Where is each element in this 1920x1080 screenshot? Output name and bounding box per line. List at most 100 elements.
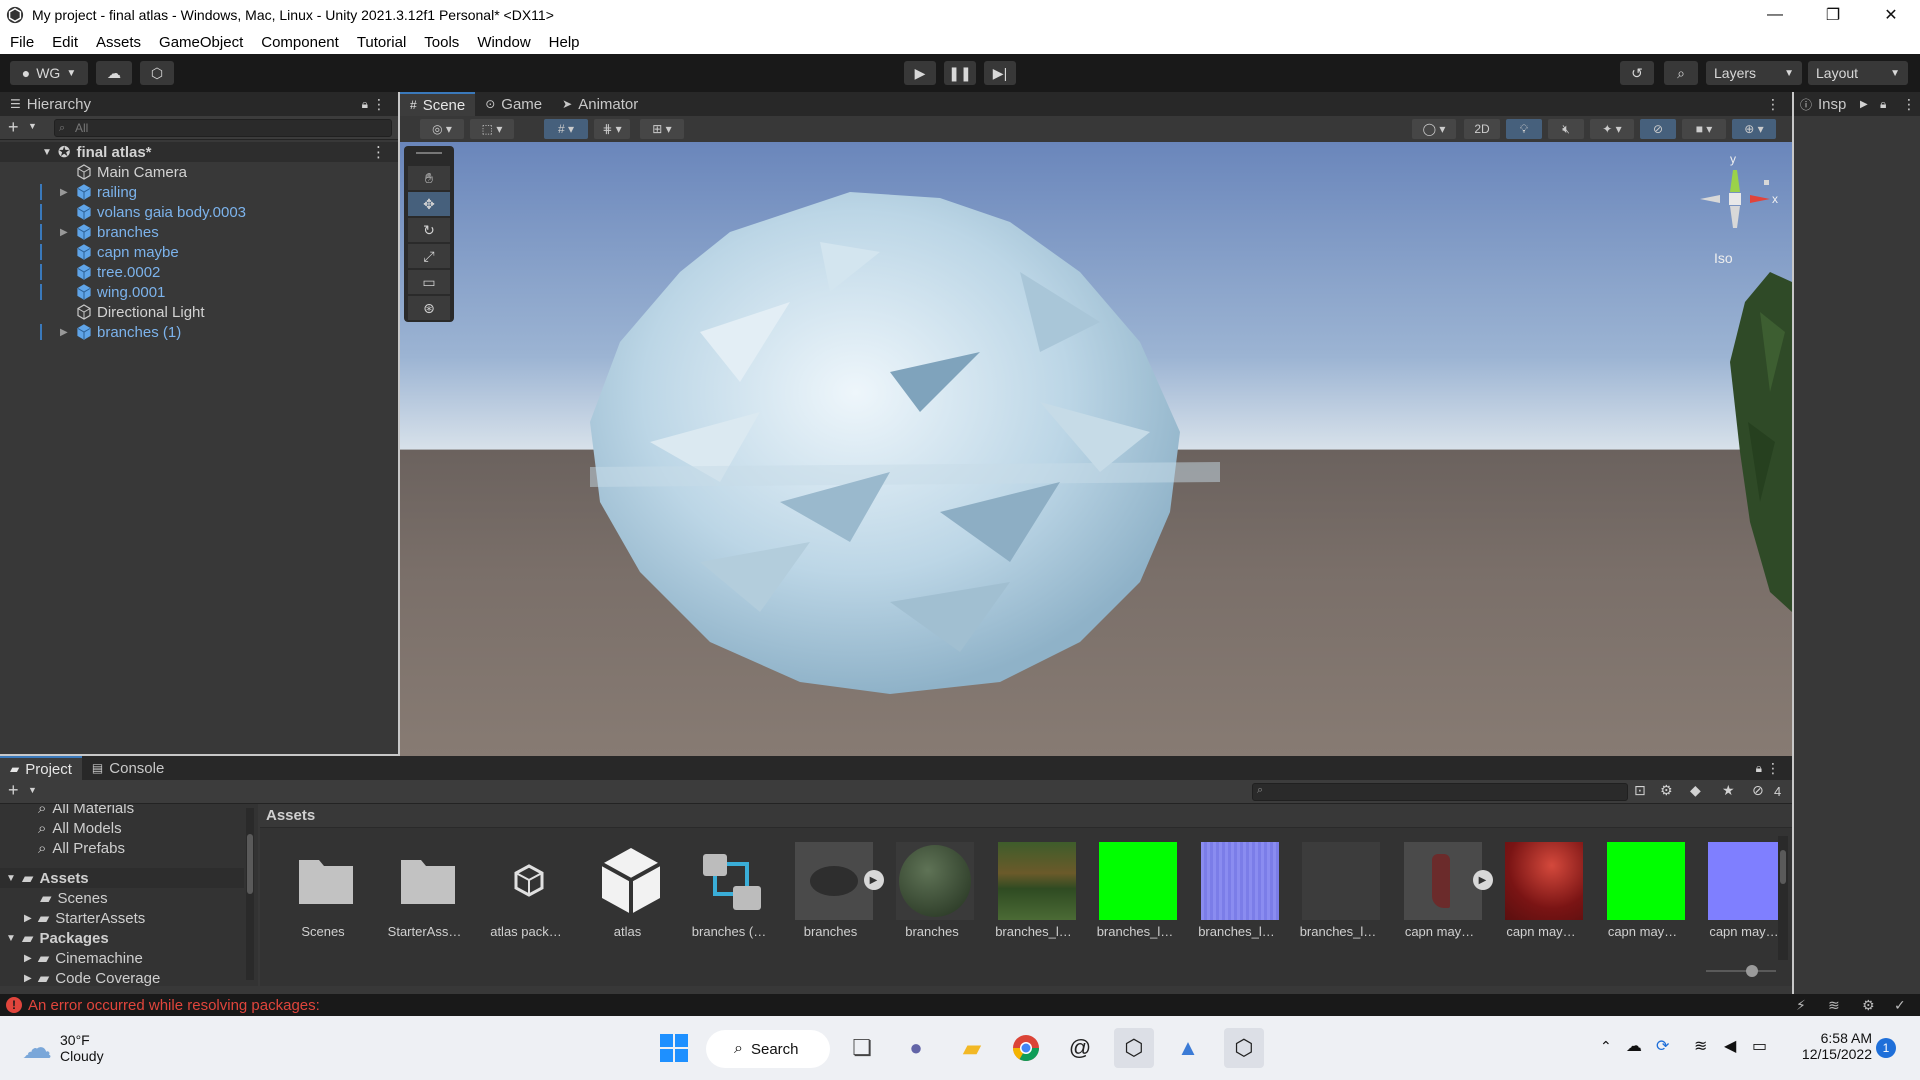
- search-by-type-icon[interactable]: ⊡: [1634, 782, 1646, 799]
- scene-root-row[interactable]: ▼ ✪ final atlas* ⋮: [0, 142, 398, 162]
- layers-stack-icon[interactable]: ≋: [1828, 997, 1840, 1014]
- scene-object-tree[interactable]: [1730, 272, 1792, 612]
- assets-scroll-thumb[interactable]: [1780, 850, 1786, 884]
- kebab-menu-icon[interactable]: ⋮: [371, 143, 386, 161]
- cloud-sync-icon[interactable]: ☁: [1626, 1036, 1642, 1056]
- menu-gameobject[interactable]: GameObject: [159, 34, 243, 51]
- asset-item[interactable]: atlas: [579, 834, 669, 944]
- tab-hierarchy[interactable]: ☰ Hierarchy: [0, 92, 101, 116]
- volume-icon[interactable]: ◀: [1724, 1036, 1736, 1056]
- wifi-icon[interactable]: ≋: [1694, 1036, 1707, 1056]
- task-view-button[interactable]: ❏: [842, 1028, 882, 1068]
- increment-snap-dropdown[interactable]: ⊞ ▾: [640, 119, 684, 139]
- tree-folder-starterassets[interactable]: ▶ ▰ StarterAssets: [0, 908, 244, 928]
- menu-window[interactable]: Window: [477, 34, 530, 51]
- grid-snap-dropdown[interactable]: # ▾: [544, 119, 588, 139]
- rotate-tool-button[interactable]: ↻: [408, 218, 450, 242]
- tree-folder-cinemachine[interactable]: ▶ ▰ Cinemachine: [0, 948, 244, 968]
- unity-editor-button[interactable]: ⬡: [1224, 1028, 1264, 1068]
- toggle-2d-button[interactable]: 2D: [1464, 119, 1500, 139]
- label-icon[interactable]: ◆: [1690, 782, 1701, 799]
- chevron-right-icon[interactable]: ▶: [1860, 99, 1868, 110]
- asset-item[interactable]: ▶ branches: [782, 834, 884, 944]
- menu-component[interactable]: Component: [261, 34, 339, 51]
- menu-edit[interactable]: Edit: [52, 34, 78, 51]
- close-button[interactable]: ✕: [1862, 0, 1920, 30]
- scale-tool-button[interactable]: ⤢: [408, 244, 450, 268]
- hierarchy-item[interactable]: ▶ branches (1): [0, 322, 398, 342]
- zoom-slider-handle[interactable]: [1746, 965, 1758, 977]
- palette-handle[interactable]: [416, 152, 442, 154]
- menu-help[interactable]: Help: [549, 34, 580, 51]
- camera-dropdown[interactable]: ■ ▾: [1682, 119, 1726, 139]
- expand-arrow-icon[interactable]: ▶: [60, 187, 72, 198]
- tab-console[interactable]: ▤ Console: [82, 756, 174, 780]
- expand-arrow-icon[interactable]: ▶: [60, 327, 72, 338]
- lock-icon[interactable]: 🔒︎: [1756, 761, 1762, 776]
- cloud-button[interactable]: ☁: [96, 61, 132, 85]
- assets-scrollbar[interactable]: [1778, 836, 1788, 960]
- rect-tool-button[interactable]: ▭: [408, 270, 450, 294]
- collab-button[interactable]: ⬡: [140, 61, 174, 85]
- asset-item[interactable]: capn may…: [1695, 834, 1786, 944]
- create-plus-button[interactable]: +: [8, 117, 19, 138]
- asset-item[interactable]: ▶ capn may…: [1391, 834, 1493, 944]
- zoom-slider[interactable]: [1706, 964, 1776, 978]
- lighting-toggle[interactable]: 💡︎: [1506, 119, 1542, 139]
- asset-item[interactable]: branches: [883, 834, 974, 944]
- menu-file[interactable]: File: [10, 34, 34, 51]
- tab-project[interactable]: ▰ Project: [0, 756, 82, 780]
- transform-tool-button[interactable]: ⊛: [408, 296, 450, 320]
- shading-dropdown[interactable]: ◯ ▾: [1412, 119, 1456, 139]
- layout-dropdown[interactable]: Layout ▼: [1808, 61, 1908, 85]
- tab-animator[interactable]: ➤ Animator: [552, 92, 648, 116]
- hidden-objects-toggle[interactable]: ⊘: [1640, 119, 1676, 139]
- image-viewer-button[interactable]: ▲: [1168, 1028, 1208, 1068]
- teams-chat-button[interactable]: ●: [896, 1028, 936, 1068]
- hierarchy-item[interactable]: capn maybe: [0, 242, 398, 262]
- chevron-down-icon[interactable]: ▼: [28, 785, 37, 795]
- chevron-up-icon[interactable]: ⌃: [1600, 1038, 1612, 1055]
- file-explorer-button[interactable]: ▰: [952, 1028, 992, 1068]
- menu-tools[interactable]: Tools: [424, 34, 459, 51]
- status-error[interactable]: ! An error occurred while resolving pack…: [6, 997, 320, 1014]
- layers-dropdown[interactable]: Layers ▼: [1706, 61, 1802, 85]
- move-tool-button[interactable]: ✥: [408, 192, 450, 216]
- hierarchy-item[interactable]: tree.0002: [0, 262, 398, 282]
- hidden-packages-icon[interactable]: ⊘: [1752, 782, 1764, 799]
- app-button[interactable]: @: [1060, 1028, 1100, 1068]
- expand-asset-icon[interactable]: ▶: [863, 870, 884, 890]
- chevron-down-icon[interactable]: ▼: [28, 121, 37, 131]
- kebab-menu-icon[interactable]: ⋮: [372, 96, 386, 113]
- gizmos-dropdown[interactable]: ⊕ ▾: [1732, 119, 1776, 139]
- asset-item[interactable]: branches_l…: [1188, 834, 1279, 944]
- tree-folder-scenes[interactable]: ▰ Scenes: [0, 888, 244, 908]
- hierarchy-item[interactable]: wing.0001: [0, 282, 398, 302]
- hand-tool-button[interactable]: ✋︎: [408, 166, 450, 190]
- taskbar-search[interactable]: ⌕ Search: [706, 1030, 830, 1068]
- tree-scroll-thumb[interactable]: [247, 834, 253, 894]
- clock[interactable]: 6:58 AM 12/15/2022: [1782, 1030, 1872, 1062]
- draw-mode-dropdown[interactable]: ◎ ▾: [420, 119, 464, 139]
- cube-orientation-dropdown[interactable]: ⬚ ▾: [470, 119, 514, 139]
- expand-arrow-icon[interactable]: ▶: [60, 227, 72, 238]
- kebab-menu-icon[interactable]: ⋮: [1766, 96, 1780, 113]
- projection-label[interactable]: Iso: [1714, 250, 1733, 266]
- minimize-button[interactable]: —: [1746, 0, 1804, 30]
- tree-folder-assets[interactable]: ▼ ▰ Assets: [0, 868, 244, 888]
- step-button[interactable]: ▶|: [984, 61, 1016, 85]
- asset-item[interactable]: branches_l…: [1289, 834, 1380, 944]
- account-dropdown[interactable]: ● WG ▼: [10, 61, 88, 85]
- undo-history-button[interactable]: ↺: [1620, 61, 1654, 85]
- maximize-button[interactable]: ❐: [1804, 0, 1862, 30]
- kebab-menu-icon[interactable]: ⋮: [1766, 760, 1780, 777]
- scene-viewport[interactable]: ✋︎ ✥ ↻ ⤢ ▭ ⊛ y x Iso: [400, 142, 1792, 756]
- pause-button[interactable]: ❚❚: [944, 61, 976, 85]
- tree-folder-packages[interactable]: ▼ ▰ Packages: [0, 928, 244, 948]
- play-button[interactable]: ▶: [904, 61, 936, 85]
- asset-item[interactable]: StarterAss…: [376, 834, 466, 944]
- effects-dropdown[interactable]: ✦ ▾: [1590, 119, 1634, 139]
- tree-scrollbar[interactable]: [246, 808, 254, 980]
- asset-item[interactable]: Scenes: [274, 834, 364, 944]
- grid-dropdown[interactable]: ⋕ ▾: [594, 119, 630, 139]
